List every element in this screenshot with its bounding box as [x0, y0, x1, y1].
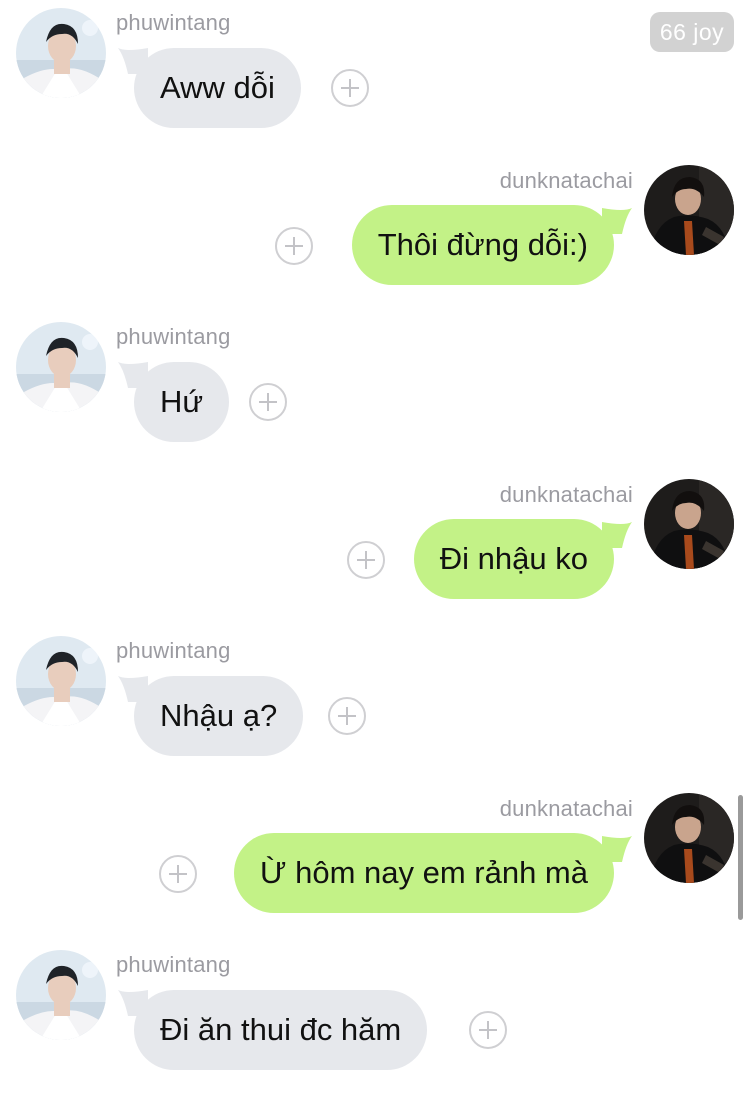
message-bubble-outgoing[interactable]: Ừ hôm nay em rảnh mà	[234, 833, 614, 913]
message-bubble-incoming[interactable]: Nhậu ạ?	[134, 676, 304, 756]
avatar-dunknatachai[interactable]	[644, 165, 734, 255]
add-reaction-icon[interactable]	[159, 855, 197, 893]
add-reaction-icon[interactable]	[331, 69, 369, 107]
avatar-dunknatachai[interactable]	[644, 793, 734, 883]
avatar-phuwintang[interactable]	[16, 8, 106, 98]
avatar-dunknatachai[interactable]	[644, 479, 734, 569]
sender-name: dunknatachai	[499, 796, 633, 821]
avatar-phuwintang[interactable]	[16, 950, 106, 1040]
joy-count-badge: 66 joy	[650, 12, 734, 52]
add-reaction-icon[interactable]	[328, 697, 366, 735]
message-bubble-outgoing[interactable]: Thôi đừng dỗi:)	[351, 205, 614, 285]
avatar-phuwintang[interactable]	[16, 636, 106, 726]
add-reaction-icon[interactable]	[275, 227, 313, 265]
message-bubble-incoming[interactable]: Đi ăn thui đc hăm	[134, 990, 428, 1070]
sender-name: phuwintang	[116, 10, 231, 35]
avatar-phuwintang[interactable]	[16, 322, 106, 412]
message-bubble-incoming[interactable]: Aww dỗi	[134, 48, 301, 128]
sender-name: dunknatachai	[499, 482, 633, 507]
message-bubble-outgoing[interactable]: Đi nhậu ko	[413, 519, 614, 599]
message-bubble-incoming[interactable]: Hứ	[134, 362, 230, 442]
add-reaction-icon[interactable]	[249, 383, 287, 421]
add-reaction-icon[interactable]	[347, 541, 385, 579]
scrollbar[interactable]	[738, 795, 743, 920]
sender-name: dunknatachai	[499, 168, 633, 193]
sender-name: phuwintang	[116, 324, 231, 349]
sender-name: phuwintang	[116, 638, 231, 663]
sender-name: phuwintang	[116, 952, 231, 977]
add-reaction-icon[interactable]	[469, 1011, 507, 1049]
